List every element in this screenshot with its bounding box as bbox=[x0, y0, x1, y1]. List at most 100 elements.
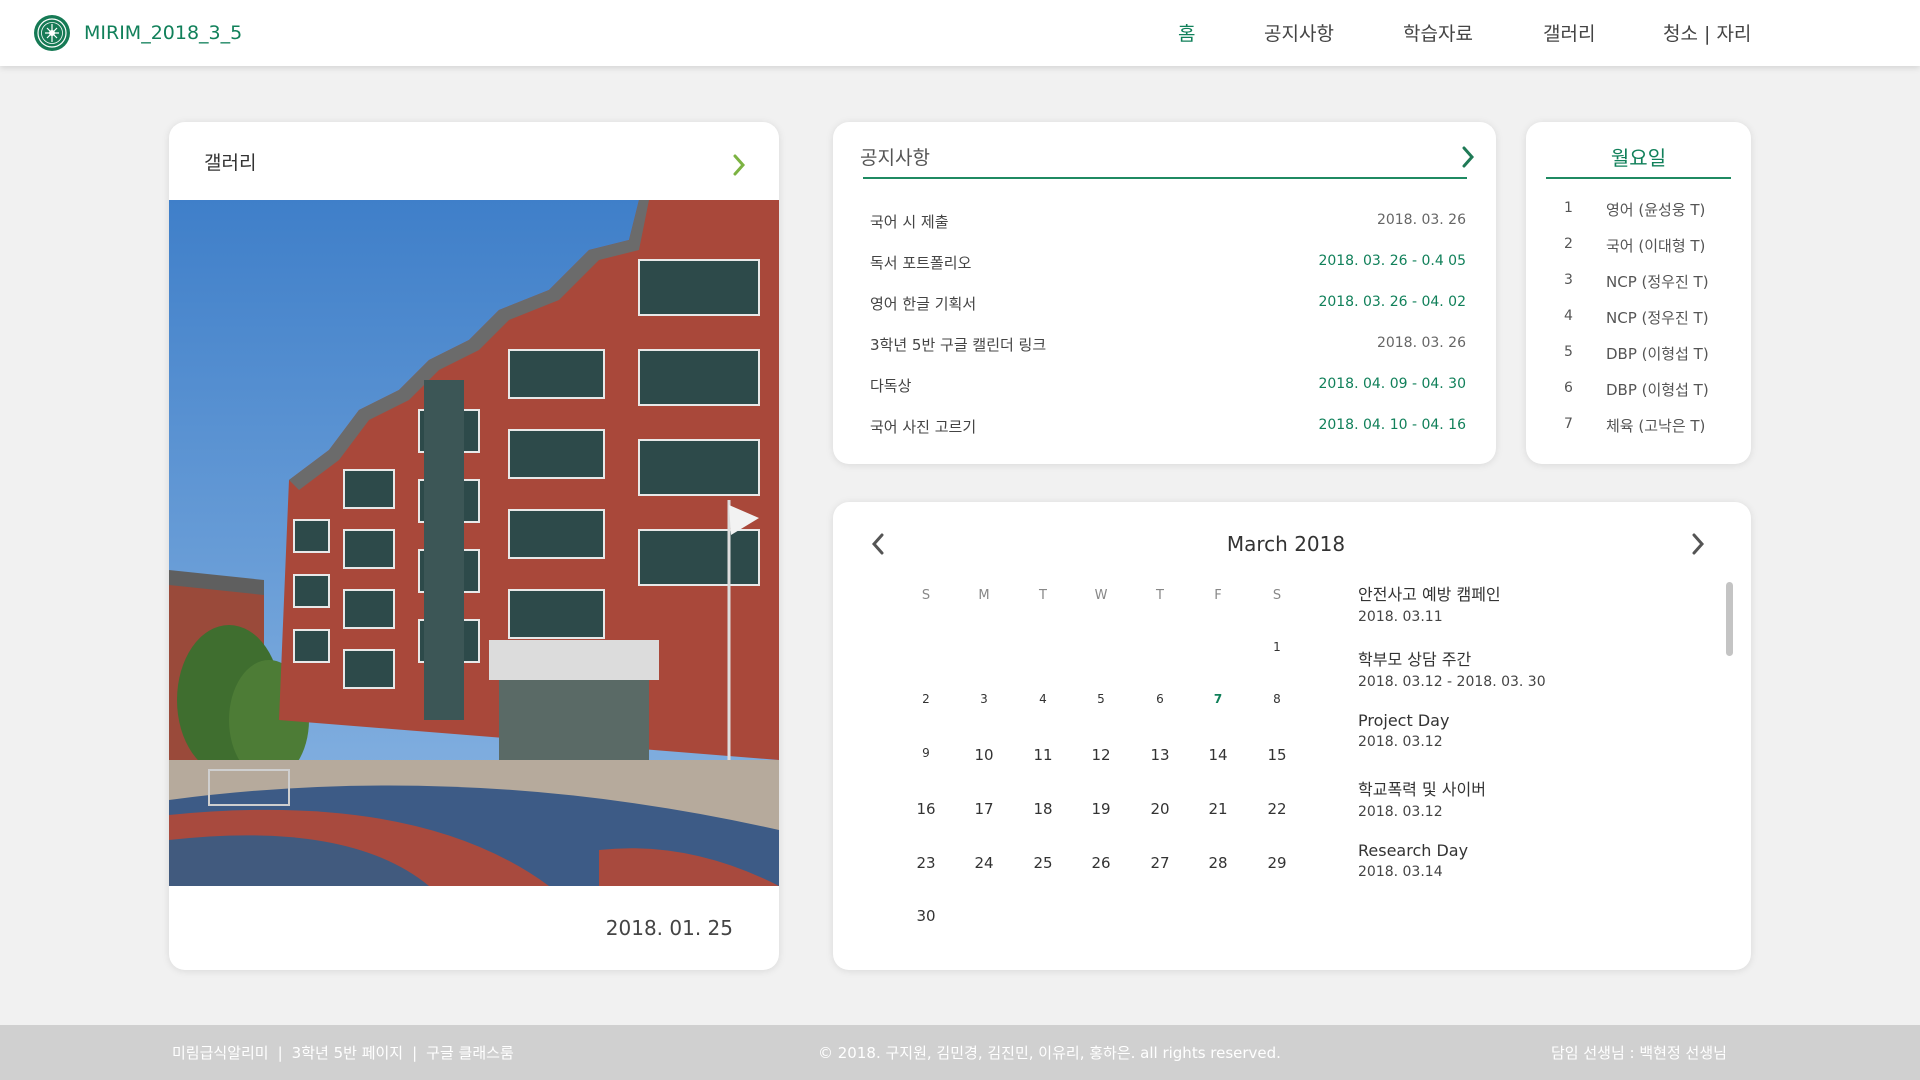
calendar-day[interactable]: 30 bbox=[906, 907, 946, 925]
gallery-photo-date: 2018. 01. 25 bbox=[605, 916, 733, 940]
period-subject: 영어 (윤성웅 T) bbox=[1606, 201, 1706, 219]
timetable-row: 5 DBP (이형섭 T) bbox=[1526, 340, 1751, 366]
timetable-day-title: 월요일 bbox=[1610, 146, 1667, 170]
notice-row[interactable]: 독서 포트폴리오 2018. 03. 26 - 0.4 05 bbox=[833, 247, 1496, 277]
calendar-day[interactable]: 11 bbox=[1023, 746, 1063, 764]
notice-item-date: 2018. 03. 26 - 04. 02 bbox=[1318, 294, 1466, 310]
event-date: 2018. 03.12 - 2018. 03. 30 bbox=[1358, 674, 1546, 690]
calendar-day-today[interactable]: 7 bbox=[1198, 692, 1238, 706]
notice-item-title: 영어 한글 기획서 bbox=[870, 295, 977, 313]
notice-item-title: 다독상 bbox=[870, 377, 912, 395]
event-title: Research Day bbox=[1358, 841, 1469, 860]
calendar-day[interactable]: 9 bbox=[906, 746, 946, 760]
calendar-event[interactable]: 학부모 상담 주간 2018. 03.12 - 2018. 03. 30 bbox=[1358, 646, 1698, 690]
chevron-right-icon[interactable] bbox=[1688, 530, 1708, 558]
notice-title: 공지사항 bbox=[860, 147, 930, 169]
footer-separator: | bbox=[412, 1044, 418, 1062]
calendar-day[interactable]: 1 bbox=[1257, 640, 1297, 654]
calendar-day[interactable]: 19 bbox=[1081, 800, 1121, 818]
notice-item-date: 2018. 03. 26 bbox=[1376, 335, 1466, 351]
calendar-event[interactable]: 안전사고 예방 캠페인 2018. 03.11 bbox=[1358, 581, 1698, 625]
main-nav: 홈 공지사항 학습자료 갤러리 청소 | 자리 bbox=[0, 19, 1920, 49]
calendar-day[interactable]: 17 bbox=[964, 800, 1004, 818]
footer-teacher: 담임 선생님 : 백현정 선생님 bbox=[1551, 1044, 1727, 1062]
calendar-day[interactable]: 25 bbox=[1023, 854, 1063, 872]
notice-item-date: 2018. 03. 26 - 0.4 05 bbox=[1318, 253, 1466, 269]
calendar-day[interactable]: 12 bbox=[1081, 746, 1121, 764]
period-number: 7 bbox=[1564, 416, 1573, 432]
calendar-day[interactable]: 18 bbox=[1023, 800, 1063, 818]
calendar-day[interactable]: 14 bbox=[1198, 746, 1238, 764]
calendar-day[interactable]: 15 bbox=[1257, 746, 1297, 764]
event-date: 2018. 03.12 bbox=[1358, 804, 1443, 820]
events-scrollbar[interactable] bbox=[1726, 582, 1733, 656]
calendar-day[interactable]: 23 bbox=[906, 854, 946, 872]
event-title: 학교폭력 및 사이버 bbox=[1358, 780, 1486, 799]
calendar-day[interactable]: 4 bbox=[1023, 692, 1063, 706]
calendar-day[interactable]: 2 bbox=[906, 692, 946, 706]
period-number: 3 bbox=[1564, 272, 1573, 288]
calendar-event[interactable]: 학교폭력 및 사이버 2018. 03.12 bbox=[1358, 776, 1698, 820]
notice-card: 공지사항 국어 시 제출 2018. 03. 26 독서 포트폴리오 2018.… bbox=[833, 122, 1496, 464]
footer-link-meal[interactable]: 미림급식알리미 bbox=[172, 1044, 269, 1062]
notice-row[interactable]: 국어 시 제출 2018. 03. 26 bbox=[833, 206, 1496, 236]
gallery-photo[interactable] bbox=[169, 200, 779, 886]
calendar-day[interactable]: 3 bbox=[964, 692, 1004, 706]
event-title: 학부모 상담 주간 bbox=[1358, 650, 1472, 669]
weekday-label: F bbox=[1214, 588, 1222, 603]
weekday-label: W bbox=[1094, 588, 1108, 603]
timetable-card: 월요일 1 영어 (윤성웅 T) 2 국어 (이대형 T) 3 NCP (정우진… bbox=[1526, 122, 1751, 464]
notice-row[interactable]: 다독상 2018. 04. 09 - 04. 30 bbox=[833, 370, 1496, 400]
notice-row[interactable]: 3학년 5반 구글 캘린더 링크 2018. 03. 26 bbox=[833, 329, 1496, 359]
calendar-day[interactable]: 22 bbox=[1257, 800, 1297, 818]
footer-link-classroom[interactable]: 구글 클래스룸 bbox=[426, 1044, 514, 1062]
period-subject: 체육 (고낙은 T) bbox=[1606, 417, 1706, 435]
calendar-day[interactable]: 10 bbox=[964, 746, 1004, 764]
calendar-day[interactable]: 5 bbox=[1081, 692, 1121, 706]
nav-notice[interactable]: 공지사항 bbox=[1264, 19, 1334, 46]
notice-row[interactable]: 영어 한글 기획서 2018. 03. 26 - 04. 02 bbox=[833, 288, 1496, 318]
calendar-event[interactable]: Research Day 2018. 03.14 bbox=[1358, 841, 1698, 880]
weekday-label: S bbox=[1272, 588, 1282, 603]
calendar-day[interactable]: 21 bbox=[1198, 800, 1238, 818]
calendar-day[interactable]: 8 bbox=[1257, 692, 1297, 706]
timetable-row: 4 NCP (정우진 T) bbox=[1526, 304, 1751, 330]
chevron-right-icon[interactable] bbox=[729, 152, 749, 178]
calendar-day[interactable]: 16 bbox=[906, 800, 946, 818]
notice-item-title: 국어 시 제출 bbox=[870, 213, 949, 231]
period-number: 2 bbox=[1564, 236, 1573, 252]
nav-home[interactable]: 홈 bbox=[1178, 19, 1195, 46]
event-date: 2018. 03.12 bbox=[1358, 734, 1443, 750]
nav-study-materials[interactable]: 학습자료 bbox=[1403, 19, 1473, 46]
period-subject: 국어 (이대형 T) bbox=[1606, 237, 1706, 255]
footer-link-class-page[interactable]: 3학년 5반 페이지 bbox=[292, 1044, 403, 1062]
footer: 미림급식알리미 | 3학년 5반 페이지 | 구글 클래스룸 © 2018. 구지원, … bbox=[0, 1025, 1920, 1080]
nav-gallery[interactable]: 갤러리 bbox=[1543, 19, 1595, 46]
notice-item-title: 3학년 5반 구글 캘린더 링크 bbox=[870, 336, 1047, 354]
calendar-day[interactable]: 20 bbox=[1140, 800, 1180, 818]
calendar-day[interactable]: 6 bbox=[1140, 692, 1180, 706]
nav-cleaning-seats[interactable]: 청소 | 자리 bbox=[1663, 19, 1751, 46]
notice-row[interactable]: 국어 사진 고르기 2018. 04. 10 - 04. 16 bbox=[833, 411, 1496, 441]
calendar-day[interactable]: 26 bbox=[1081, 854, 1121, 872]
weekday-label: T bbox=[1156, 588, 1164, 603]
calendar-day[interactable]: 24 bbox=[964, 854, 1004, 872]
calendar-day[interactable]: 13 bbox=[1140, 746, 1180, 764]
weekday-label: M bbox=[978, 588, 990, 603]
period-subject: NCP (정우진 T) bbox=[1606, 273, 1709, 291]
notice-item-date: 2018. 03. 26 bbox=[1376, 212, 1466, 228]
calendar-day[interactable]: 29 bbox=[1257, 854, 1297, 872]
event-date: 2018. 03.11 bbox=[1358, 609, 1443, 625]
event-title: Project Day bbox=[1358, 711, 1450, 730]
period-subject: DBP (이형섭 T) bbox=[1606, 381, 1709, 399]
calendar-day[interactable]: 27 bbox=[1140, 854, 1180, 872]
notice-item-title: 국어 사진 고르기 bbox=[870, 418, 977, 436]
calendar-month-label: March 2018 bbox=[1226, 532, 1346, 556]
calendar-day[interactable]: 28 bbox=[1198, 854, 1238, 872]
footer-copyright: © 2018. 구지원, 김민경, 김진민, 이유리, 홍하은. all rig… bbox=[818, 1044, 1281, 1062]
calendar-event[interactable]: Project Day 2018. 03.12 bbox=[1358, 711, 1698, 750]
event-title: 안전사고 예방 캠페인 bbox=[1358, 585, 1501, 604]
chevron-right-icon[interactable] bbox=[1458, 144, 1478, 170]
chevron-left-icon[interactable] bbox=[868, 530, 888, 558]
period-number: 4 bbox=[1564, 308, 1573, 324]
